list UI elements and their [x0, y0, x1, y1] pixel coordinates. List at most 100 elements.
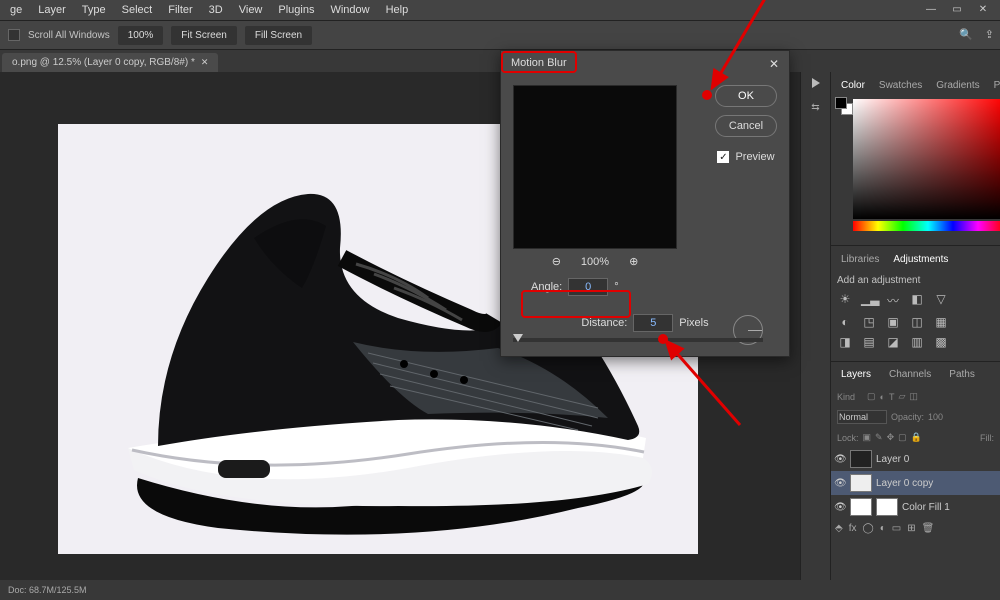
filter-type-icon[interactable]: T: [889, 392, 895, 402]
hue-icon[interactable]: ◐: [837, 315, 853, 329]
photo-filter-icon[interactable]: ▣: [885, 315, 901, 329]
visibility-icon[interactable]: 👁: [834, 502, 846, 513]
curves-icon[interactable]: 〰: [885, 292, 901, 309]
filter-pixel-icon[interactable]: ▢: [867, 391, 876, 402]
mask-icon[interactable]: ◯: [862, 523, 873, 534]
preview-thumbnail[interactable]: [513, 85, 677, 249]
play-icon[interactable]: [812, 78, 820, 88]
link-layers-icon[interactable]: ⬘: [835, 523, 843, 534]
scroll-all-label: Scroll All Windows: [28, 30, 110, 41]
new-layer-icon[interactable]: ⊞: [907, 523, 915, 534]
distance-slider[interactable]: [513, 338, 763, 342]
tab-gradients[interactable]: Gradients: [930, 76, 985, 95]
motion-blur-dialog: Motion Blur ✕ ⊖ 100% ⊕ Angle: ° Distance…: [500, 50, 790, 357]
tab-layers[interactable]: Layers: [835, 366, 877, 383]
search-icon[interactable]: 🔍: [959, 28, 973, 41]
status-bar: Doc: 68.7M/125.5M: [0, 580, 1000, 600]
layer-mask-thumb: [876, 498, 898, 516]
layer-row[interactable]: 👁 Layer 0 copy: [831, 471, 1000, 495]
document-tab[interactable]: o.png @ 12.5% (Layer 0 copy, RGB/8#) * ✕: [2, 53, 218, 72]
filter-adj-icon[interactable]: ◐: [880, 392, 885, 402]
adjustments-label: Add an adjustment: [837, 275, 994, 286]
layer-row[interactable]: 👁 Layer 0: [831, 447, 1000, 471]
opacity-value[interactable]: 100: [928, 412, 943, 422]
scroll-all-checkbox[interactable]: [8, 29, 20, 41]
menu-item[interactable]: 3D: [201, 4, 231, 16]
lock-artboard-icon[interactable]: ▢: [898, 432, 907, 443]
menu-item[interactable]: Plugins: [270, 4, 322, 16]
tab-adjustments[interactable]: Adjustments: [887, 250, 954, 269]
minimize-button[interactable]: —: [920, 2, 942, 16]
visibility-icon[interactable]: 👁: [834, 478, 846, 489]
posterize-icon[interactable]: ▤: [861, 335, 877, 349]
visibility-icon[interactable]: 👁: [834, 454, 846, 465]
layer-name[interactable]: Layer 0 copy: [876, 478, 933, 489]
blend-mode-select[interactable]: [837, 410, 887, 424]
threshold-icon[interactable]: ◪: [885, 335, 901, 349]
right-panel: Color Swatches Gradients Patterns Librar…: [830, 72, 1000, 580]
menu-bar: ge Layer Type Select Filter 3D View Plug…: [0, 0, 1000, 20]
restore-button[interactable]: ▭: [946, 2, 968, 16]
angle-label: Angle:: [531, 281, 562, 293]
zoom-out-icon[interactable]: ⊖: [552, 255, 561, 268]
tab-color[interactable]: Color: [835, 76, 871, 95]
bw-icon[interactable]: ◳: [861, 315, 877, 329]
zoom-100-button[interactable]: 100%: [118, 26, 164, 45]
tab-swatches[interactable]: Swatches: [873, 76, 928, 95]
close-tab-icon[interactable]: ✕: [201, 57, 209, 68]
color-picker[interactable]: [831, 95, 1000, 245]
document-tab-label: o.png @ 12.5% (Layer 0 copy, RGB/8#) *: [12, 57, 195, 68]
settings-icon[interactable]: ⇆: [811, 102, 819, 113]
menu-item[interactable]: Select: [114, 4, 161, 16]
tab-channels[interactable]: Channels: [883, 366, 937, 383]
levels-icon[interactable]: ▁▃: [861, 292, 877, 309]
layer-name[interactable]: Layer 0: [876, 454, 909, 465]
layer-name[interactable]: Color Fill 1: [902, 502, 950, 513]
fill-screen-button[interactable]: Fill Screen: [245, 26, 312, 45]
kind-label: Kind: [837, 392, 863, 402]
share-icon[interactable]: ⇪: [985, 28, 994, 41]
menu-item[interactable]: Help: [378, 4, 417, 16]
filter-shape-icon[interactable]: ▱: [898, 391, 905, 402]
layer-row[interactable]: 👁 Color Fill 1: [831, 495, 1000, 519]
lookup-icon[interactable]: ▦: [933, 315, 949, 329]
doc-size-label: Doc: 68.7M/125.5M: [8, 585, 87, 595]
distance-input[interactable]: [633, 314, 673, 332]
exposure-icon[interactable]: ◧: [909, 292, 925, 309]
tab-libraries[interactable]: Libraries: [835, 250, 885, 269]
selective-icon[interactable]: ▩: [933, 335, 949, 349]
vibrance-icon[interactable]: ▽: [933, 292, 949, 309]
menu-item[interactable]: Layer: [30, 4, 74, 16]
lock-all-icon[interactable]: 🔒: [911, 432, 922, 443]
fit-screen-button[interactable]: Fit Screen: [171, 26, 237, 45]
fx-icon[interactable]: fx: [849, 523, 857, 534]
lock-pixels-icon[interactable]: ▣: [863, 432, 872, 443]
group-icon[interactable]: ▭: [892, 523, 901, 534]
angle-input[interactable]: [568, 278, 608, 296]
filter-smart-icon[interactable]: ◫: [909, 391, 918, 402]
preview-checkbox[interactable]: ✓ Preview: [717, 151, 774, 163]
zoom-in-icon[interactable]: ⊕: [629, 255, 638, 268]
menu-item[interactable]: View: [231, 4, 271, 16]
annotation-dot: [702, 90, 712, 100]
menu-item[interactable]: Type: [74, 4, 114, 16]
cancel-button[interactable]: Cancel: [715, 115, 777, 137]
menu-item[interactable]: ge: [2, 4, 30, 16]
menu-item[interactable]: Window: [322, 4, 377, 16]
fg-bg-swatch[interactable]: [835, 97, 853, 115]
dialog-close-icon[interactable]: ✕: [769, 57, 779, 71]
invert-icon[interactable]: ◨: [837, 335, 853, 349]
lock-move-icon[interactable]: ✥: [887, 432, 895, 443]
lock-brush-icon[interactable]: ✎: [875, 432, 883, 443]
delete-layer-icon[interactable]: 🗑: [922, 523, 935, 534]
tab-paths[interactable]: Paths: [943, 366, 981, 383]
adjustment-layer-icon[interactable]: ◐: [880, 523, 886, 534]
mixer-icon[interactable]: ◫: [909, 315, 925, 329]
tab-patterns[interactable]: Patterns: [988, 76, 1000, 95]
close-button[interactable]: ✕: [972, 2, 994, 16]
ok-button[interactable]: OK: [715, 85, 777, 107]
brightness-icon[interactable]: ☀: [837, 292, 853, 309]
menu-item[interactable]: Filter: [160, 4, 200, 16]
map-icon[interactable]: ▥: [909, 335, 925, 349]
lib-adj-tabs: Libraries Adjustments: [831, 245, 1000, 269]
